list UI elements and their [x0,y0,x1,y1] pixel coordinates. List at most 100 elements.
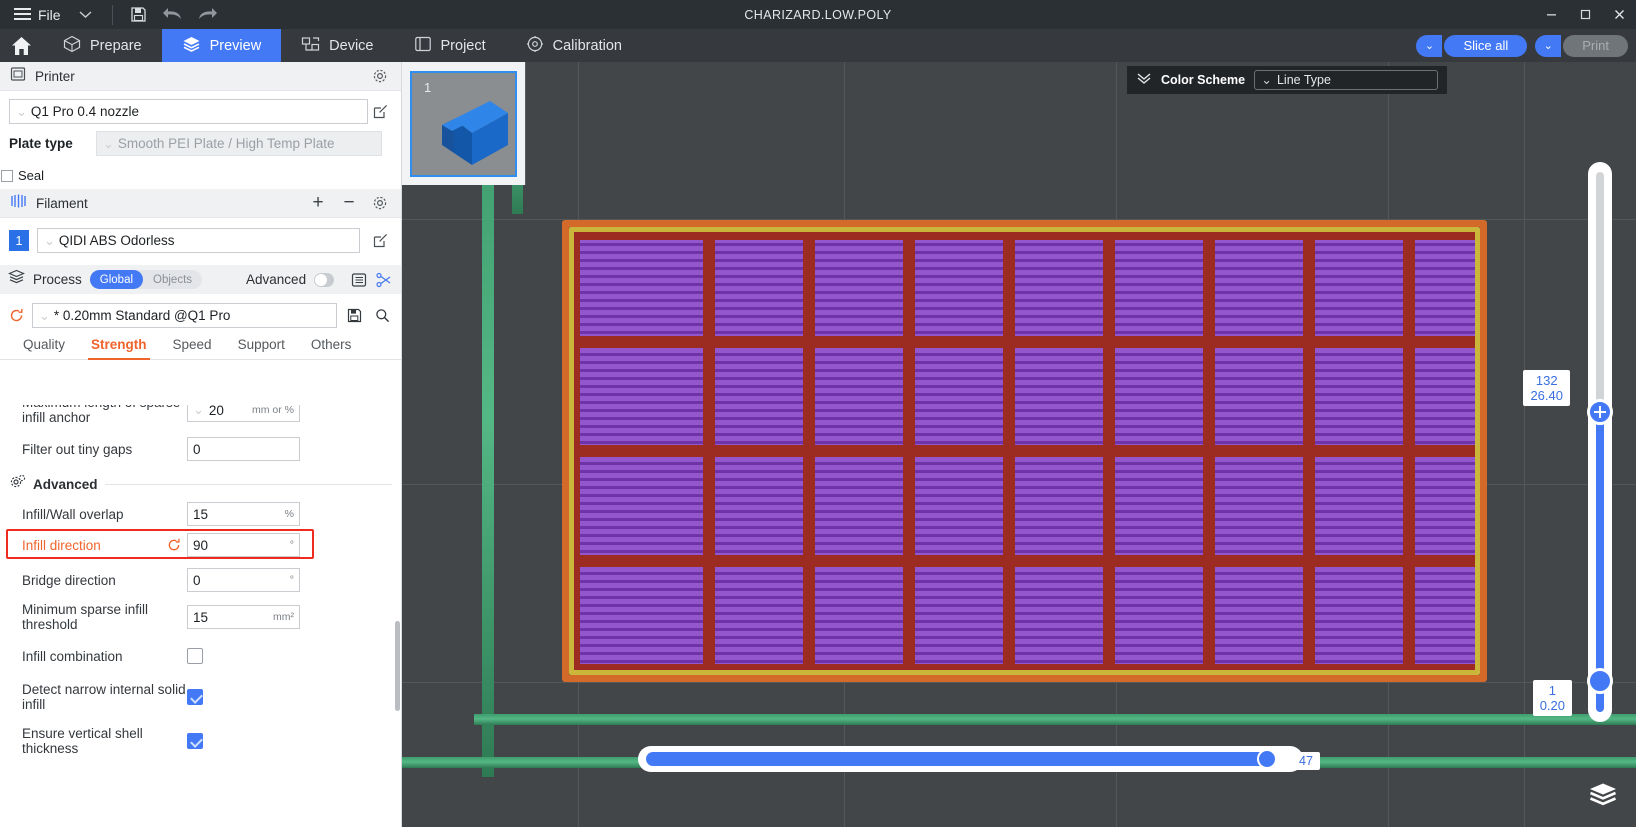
layer-slider-lower-layer: 1 [1548,683,1556,698]
layer-slider-upper-height: 26.40 [1530,388,1563,403]
tab-others[interactable]: Others [298,337,365,359]
setting-value: 0 [193,441,201,457]
tab-device[interactable]: Device [281,29,393,62]
infill-cell [1309,232,1409,342]
scope-global-option[interactable]: Global [89,270,144,289]
title-bar-left-tools: File [0,0,224,29]
filament-section-title: Filament [36,195,88,211]
setting-field-min-sparse-threshold[interactable]: 15 mm² [187,605,300,629]
tab-project[interactable]: Project [394,29,506,62]
undo-icon[interactable] [156,0,190,29]
print-button[interactable]: Print [1563,34,1628,57]
printer-edit-icon[interactable] [368,99,392,124]
tab-strength[interactable]: Strength [78,337,160,360]
setting-field-infill-wall-overlap[interactable]: 15 % [187,502,300,526]
setting-label: Bridge direction [22,572,116,588]
infill-cell [574,560,709,670]
infill-cell [1109,232,1209,342]
seal-checkbox[interactable] [1,169,13,182]
chevron-down-icon: ⌄ [193,405,204,417]
layer-slider-fill [1596,410,1604,712]
tab-support[interactable]: Support [225,337,298,359]
tab-preview[interactable]: Preview [161,29,282,62]
home-icon[interactable] [0,29,43,62]
close-button[interactable] [1602,0,1636,29]
add-filament-button[interactable]: + [307,192,329,214]
setting-unit: mm or % [252,405,294,416]
layers-icon[interactable] [1588,782,1618,813]
advanced-mode-label: Advanced [246,272,307,287]
filament-index-badge[interactable]: 1 [9,230,29,251]
setting-field-filter-tiny-gaps[interactable]: 0 [187,437,300,461]
filament-settings-gear-icon[interactable] [369,192,391,214]
infill-cell [1109,560,1209,670]
process-scope-toggle: Global Objects [89,270,203,289]
grid-line [402,682,1636,683]
infill-combination-checkbox[interactable] [187,648,203,664]
tab-prepare[interactable]: Prepare [43,29,162,62]
filament-preset-combo[interactable]: ⌄ QIDI ABS Odorless [37,228,360,253]
layer-slider-lower-handle[interactable] [1587,668,1613,694]
seal-label: Seal [18,168,45,183]
move-slider-handle[interactable] [1257,749,1277,769]
layer-slider-upper-label: 132 26.40 [1523,370,1570,406]
settings-scroll-area[interactable]: Maximum length of sparse infill anchor ⌄… [0,405,402,827]
redo-icon[interactable] [190,0,224,29]
compare-presets-icon[interactable] [376,269,393,291]
printer-preset-combo[interactable]: ⌄ Q1 Pro 0.4 nozzle [9,99,368,124]
slice-all-button[interactable]: Slice all [1444,34,1528,57]
search-preset-icon[interactable] [371,305,393,327]
infill-direction-reset-icon[interactable] [165,536,183,554]
plate-type-combo[interactable]: ⌄ Smooth PEI Plate / High Temp Plate [96,131,382,156]
save-preset-icon[interactable] [343,305,365,327]
settings-scrollbar[interactable] [395,621,400,711]
setting-unit: ° [289,574,294,586]
color-scheme-combo[interactable]: ⌄ Line Type [1254,70,1438,90]
plate-thumbnail-strip: 1 [402,62,525,185]
tab-calibration[interactable]: Calibration [506,29,642,62]
tab-speed[interactable]: Speed [160,337,225,359]
3d-preview-viewport[interactable]: 1 Color Scheme ⌄ Line Type 132 26.40 1 0… [402,62,1636,827]
infill-cell [709,232,809,342]
process-icon [7,269,26,290]
maximize-button[interactable] [1568,0,1602,29]
parameter-list-icon[interactable] [350,269,367,291]
infill-cell [1209,232,1309,342]
filament-edit-icon[interactable] [368,228,392,253]
seal-row[interactable]: Seal [0,156,401,189]
plate-type-row: Plate type ⌄ Smooth PEI Plate / High Tem… [0,124,401,156]
layer-slider-upper-handle[interactable] [1587,399,1613,425]
detect-narrow-solid-infill-checkbox[interactable] [187,689,203,705]
file-menu-dropdown-button[interactable] [69,0,103,29]
remove-filament-button[interactable]: − [338,192,360,214]
move-slider-fill [646,752,1273,766]
reset-preset-icon[interactable] [6,306,26,326]
tab-quality[interactable]: Quality [10,337,78,359]
minimize-button[interactable] [1534,0,1568,29]
layer-slider-vertical[interactable] [1587,162,1613,722]
slice-all-dropdown[interactable]: ⌄ [1416,34,1443,57]
infill-cell [909,560,1009,670]
setting-field-max-sparse-anchor[interactable]: ⌄ 20 mm or % [187,405,300,422]
plate-thumbnail[interactable]: 1 [410,70,517,177]
chevron-down-icon: ⌄ [44,232,55,248]
setting-field-bridge-direction[interactable]: 0 ° [187,568,300,592]
save-icon[interactable] [122,0,156,29]
setting-field-infill-direction[interactable]: 90 ° [187,533,300,557]
setting-row-infill-wall-overlap: Infill/Wall overlap 15 % [0,500,402,528]
setting-row-max-sparse-anchor: Maximum length of sparse infill anchor ⌄… [0,405,402,427]
print-dropdown[interactable]: ⌄ [1535,34,1562,57]
collapse-chevron-icon[interactable] [1136,71,1152,89]
advanced-mode-toggle[interactable] [314,272,335,287]
process-preset-combo[interactable]: ⌄ * 0.20mm Standard @Q1 Pro [32,303,337,328]
move-slider-horizontal[interactable] [638,746,1303,772]
title-bar: File CHARIZARD.LOW.POLY [0,0,1636,29]
file-menu-button[interactable]: File [6,0,69,29]
printer-settings-gear-icon[interactable] [369,65,391,87]
infill-cell [709,560,809,670]
ensure-vertical-shell-checkbox[interactable] [187,733,203,749]
filament-icon [10,194,27,213]
scope-objects-option[interactable]: Objects [143,270,202,289]
setting-unit: ° [289,539,294,551]
setting-row-detect-narrow-solid-infill: Detect narrow internal solid infill [0,680,402,714]
